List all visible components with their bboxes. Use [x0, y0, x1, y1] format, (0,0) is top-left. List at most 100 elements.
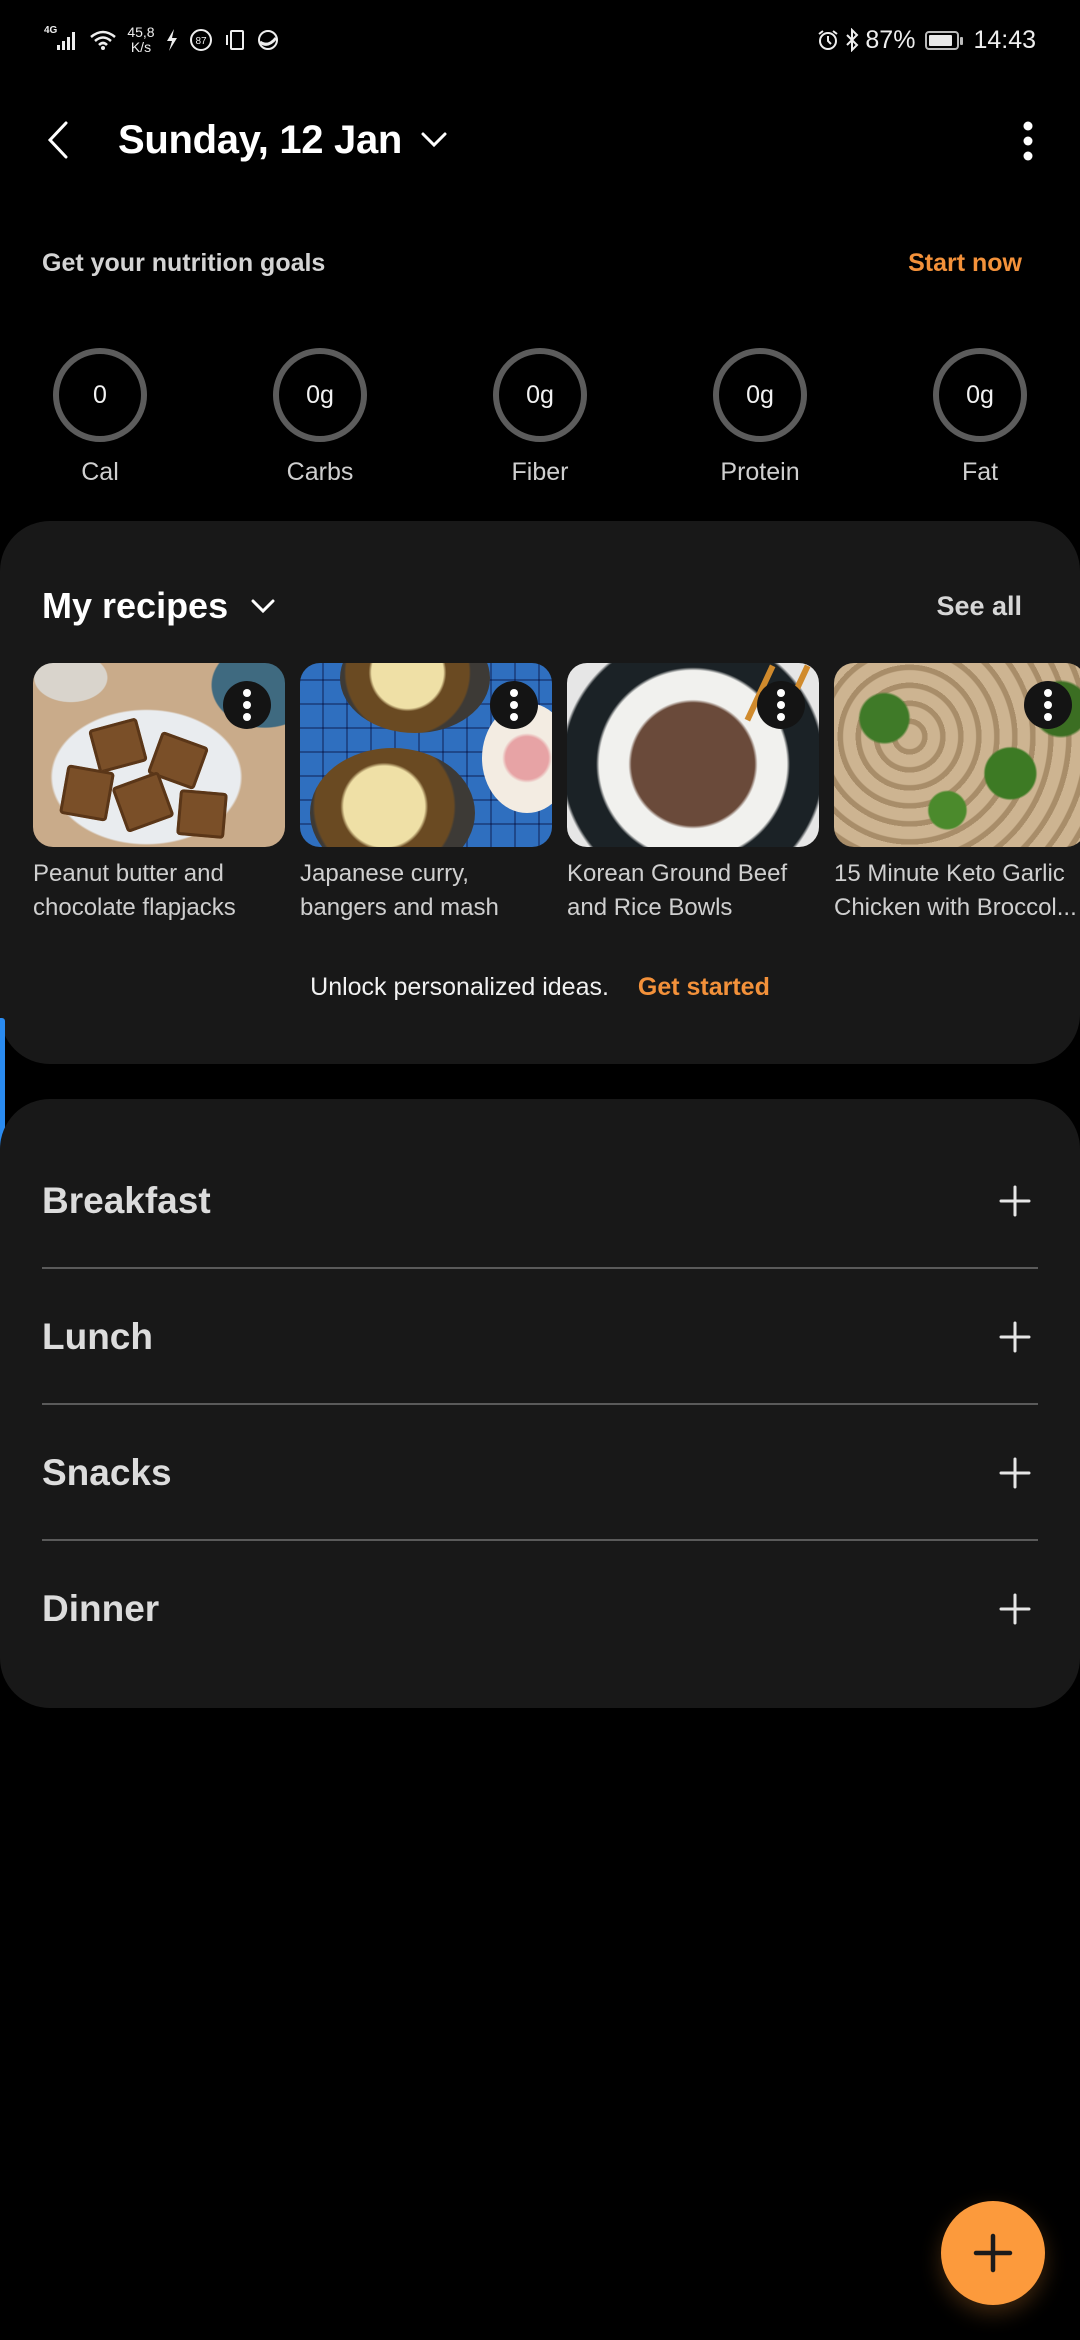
start-now-button[interactable]: Start now [908, 249, 1022, 278]
recipe-card[interactable]: Korean Ground Beef and Rice Bowls [567, 663, 819, 925]
speed-value: 45,8 [127, 24, 155, 40]
status-bar-left: 4G 45,8 K/s 87 [44, 20, 279, 60]
recipe-title-line: 15 Minute Keto Garlic [834, 860, 1065, 887]
add-food-fab[interactable] [941, 2201, 1045, 2305]
korean-beef-rice-bowl-photo [567, 663, 819, 847]
plus-icon [999, 1593, 1031, 1625]
nutrient-protein[interactable]: 0g Protein [680, 348, 840, 487]
recipes-filter-dropdown[interactable]: My recipes [42, 585, 276, 627]
recipe-card[interactable]: 15 Minute Keto Garlic Chicken with Brocc… [834, 663, 1080, 925]
recipe-title: Japanese curry, bangers and mash [300, 857, 552, 925]
recipe-title-line: bangers and mash [300, 894, 499, 921]
chevron-down-icon [421, 132, 447, 148]
recipe-title: 15 Minute Keto Garlic Chicken with Brocc… [834, 857, 1080, 925]
plus-icon [999, 1185, 1031, 1217]
recipe-more-button[interactable] [223, 681, 271, 729]
notification-count-icon: 87 [189, 28, 213, 52]
nutrient-label: Fat [961, 458, 999, 486]
nutrient-label: Cal [81, 458, 119, 486]
nutrient-ring: 0g [273, 348, 367, 442]
recipe-title: Peanut butter and chocolate flapjacks [33, 857, 285, 925]
meal-name: Breakfast [42, 1180, 211, 1221]
recipes-title: My recipes [42, 585, 229, 626]
plus-icon [973, 2233, 1013, 2273]
more-vertical-icon [1023, 121, 1033, 161]
unlock-text: Unlock personalized ideas. [310, 973, 609, 1001]
battery-icon [925, 30, 964, 50]
nutrient-ring: 0g [933, 348, 1027, 442]
recipe-title: Korean Ground Beef and Rice Bowls [567, 857, 819, 925]
recipe-title-line: Peanut butter and [33, 860, 224, 887]
svg-text:87: 87 [195, 36, 207, 47]
bluetooth-icon [845, 28, 859, 52]
nutrient-summary: 0 Cal 0g Carbs 0g Fiber 0g Protein 0g Fa… [0, 348, 1080, 488]
nutrient-carbs[interactable]: 0g Carbs [240, 348, 400, 487]
nutrient-ring: 0g [493, 348, 587, 442]
see-all-link[interactable]: See all [936, 591, 1022, 622]
page-title: Sunday, 12 Jan [118, 117, 403, 162]
app-header: Sunday, 12 Jan [0, 95, 1080, 185]
date-selector[interactable]: Sunday, 12 Jan [118, 115, 448, 165]
meal-row-breakfast[interactable]: Breakfast [42, 1133, 1038, 1269]
nutrient-label: Carbs [286, 458, 354, 486]
recipe-carousel[interactable]: Peanut butter and chocolate flapjacks Ja… [33, 663, 1080, 953]
japanese-curry-bangers-photo [300, 663, 552, 847]
status-bar-right: 87% 14:43 [817, 20, 1036, 60]
network-type: 4G [44, 24, 58, 36]
peanut-butter-flapjacks-photo [33, 663, 285, 847]
keto-garlic-chicken-broccoli-photo [834, 663, 1080, 847]
meal-row-lunch[interactable]: Lunch [42, 1269, 1038, 1405]
speed-unit: K/s [130, 39, 152, 55]
back-button[interactable] [36, 115, 80, 165]
nutrient-ring: 0 [53, 348, 147, 442]
recipe-title-line: Chicken with Broccol... [834, 894, 1077, 921]
nutrient-fat[interactable]: 0g Fat [900, 348, 1060, 487]
meal-name: Snacks [42, 1452, 172, 1493]
recipe-title-line: chocolate flapjacks [33, 894, 236, 921]
charging-bolt-icon [165, 29, 179, 51]
recipes-header: My recipes See all [42, 581, 1022, 631]
app-icon [257, 29, 279, 51]
meal-name: Lunch [42, 1316, 153, 1357]
meal-row-dinner[interactable]: Dinner [42, 1541, 1038, 1677]
add-breakfast-button[interactable] [992, 1178, 1038, 1224]
unlock-banner: Unlock personalized ideas. Get started [0, 973, 1080, 1002]
nutrition-goals-banner: Get your nutrition goals Start now [42, 243, 1022, 283]
nutrient-cal[interactable]: 0 Cal [20, 348, 180, 487]
nutrient-fiber[interactable]: 0g Fiber [460, 348, 620, 487]
recipe-more-button[interactable] [490, 681, 538, 729]
nutrient-ring: 0g [713, 348, 807, 442]
chevron-left-icon [47, 121, 68, 159]
add-lunch-button[interactable] [992, 1314, 1038, 1360]
network-speed: 45,8 K/s [127, 25, 154, 55]
status-bar: 4G 45,8 K/s 87 87% 14:43 [0, 0, 1080, 75]
nutrition-goals-prompt: Get your nutrition goals [42, 248, 326, 277]
nutrient-label: Fiber [511, 458, 569, 486]
vibrate-icon [223, 28, 247, 52]
nutrient-label: Protein [720, 458, 800, 486]
meal-row-snacks[interactable]: Snacks [42, 1405, 1038, 1541]
recipe-title-line: Japanese curry, [300, 860, 469, 887]
add-dinner-button[interactable] [992, 1586, 1038, 1632]
meals-card: Breakfast Lunch Snacks Dinner [0, 1099, 1080, 1708]
add-snacks-button[interactable] [992, 1450, 1038, 1496]
chevron-down-icon [251, 599, 275, 614]
battery-percent: 87% [865, 25, 916, 54]
recipe-more-button[interactable] [757, 681, 805, 729]
plus-icon [999, 1321, 1031, 1353]
recipe-card[interactable]: Japanese curry, bangers and mash [300, 663, 552, 925]
alarm-icon [817, 29, 839, 51]
battery-level [929, 34, 953, 46]
recipe-card[interactable]: Peanut butter and chocolate flapjacks [33, 663, 285, 925]
recipe-title-line: Korean Ground Beef [567, 860, 788, 887]
wifi-icon [89, 29, 117, 51]
signal-icon: 4G [44, 25, 79, 50]
clock: 14:43 [973, 25, 1036, 54]
recipe-more-button[interactable] [1024, 681, 1072, 729]
meal-name: Dinner [42, 1588, 160, 1629]
recipe-title-line: and Rice Bowls [567, 894, 733, 921]
more-options-button[interactable] [1004, 113, 1052, 169]
plus-icon [999, 1457, 1031, 1489]
get-started-button[interactable]: Get started [638, 973, 770, 1001]
my-recipes-card: My recipes See all Peanut butter and cho… [0, 521, 1080, 1064]
